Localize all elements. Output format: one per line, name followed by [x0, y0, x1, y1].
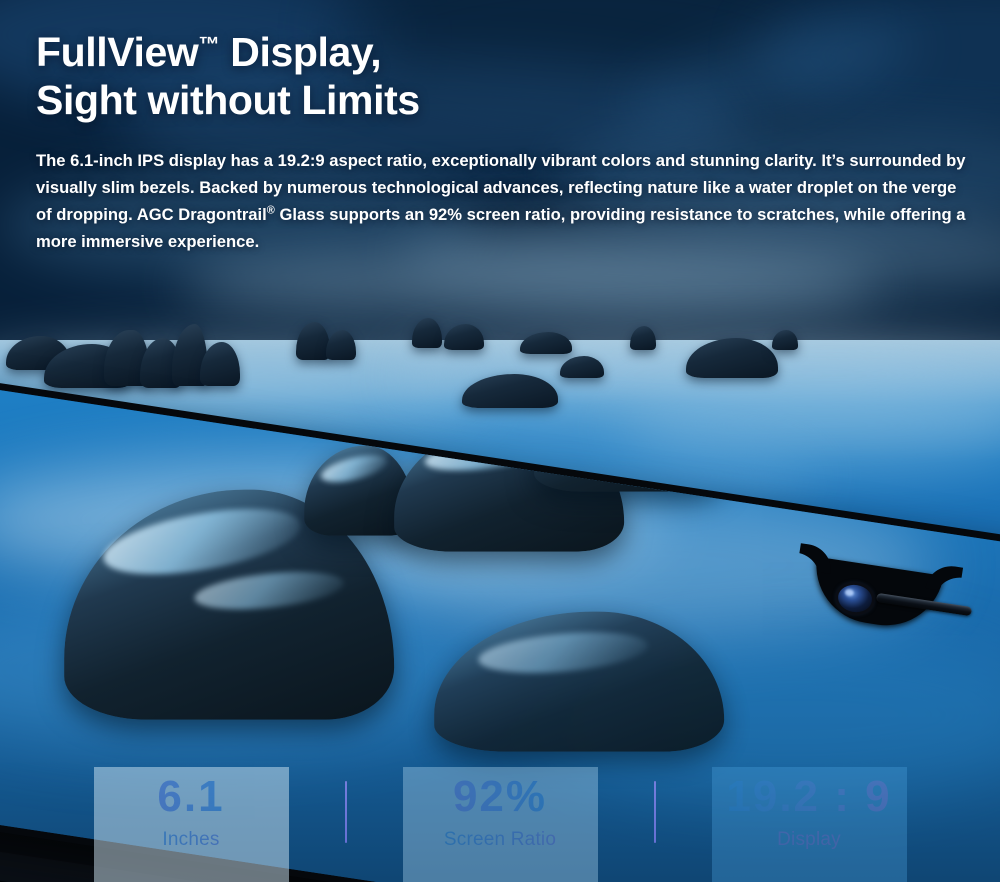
rock-highlight — [476, 626, 650, 679]
stat-divider — [653, 781, 656, 843]
rock-highlight — [318, 449, 390, 488]
stat-label: Display — [712, 829, 907, 851]
stat-display-ratio: 19.2 : 9 Display — [711, 767, 907, 882]
description-text: The 6.1-inch IPS display has a 19.2:9 as… — [36, 148, 974, 256]
title-line-2: Sight without Limits — [36, 77, 420, 124]
background-rock-in-display — [294, 372, 369, 406]
trademark-symbol: ™ — [198, 32, 220, 57]
stat-divider — [344, 781, 347, 843]
rock-highlight — [559, 401, 674, 438]
rock-highlight — [422, 428, 566, 478]
spec-stats-bar: 6.1 Inches 92% Screen Ratio 19.2 : 9 Dis… — [0, 767, 1000, 882]
rock-highlight — [192, 565, 346, 616]
title-line-1-rest: Display, — [219, 29, 382, 75]
stat-label: Screen Ratio — [403, 829, 598, 851]
page-title: FullView™ Display, Sight without Limits — [36, 28, 420, 125]
stat-label: Inches — [94, 829, 289, 851]
product-feature-banner: FullView™ Display, Sight without Limits … — [0, 0, 1000, 882]
stat-screen-ratio: 92% Screen Ratio — [402, 767, 598, 882]
stat-value: 19.2 : 9 — [712, 774, 907, 820]
registered-symbol: ® — [266, 204, 275, 217]
phone-device — [0, 0, 1000, 882]
stat-inches: 6.1 Inches — [93, 767, 289, 882]
stat-value: 6.1 — [94, 774, 289, 820]
title-line-1: FullView — [36, 29, 199, 75]
stat-value: 92% — [403, 774, 598, 820]
midground-rock — [534, 395, 725, 492]
background-rock-in-display — [734, 377, 885, 450]
